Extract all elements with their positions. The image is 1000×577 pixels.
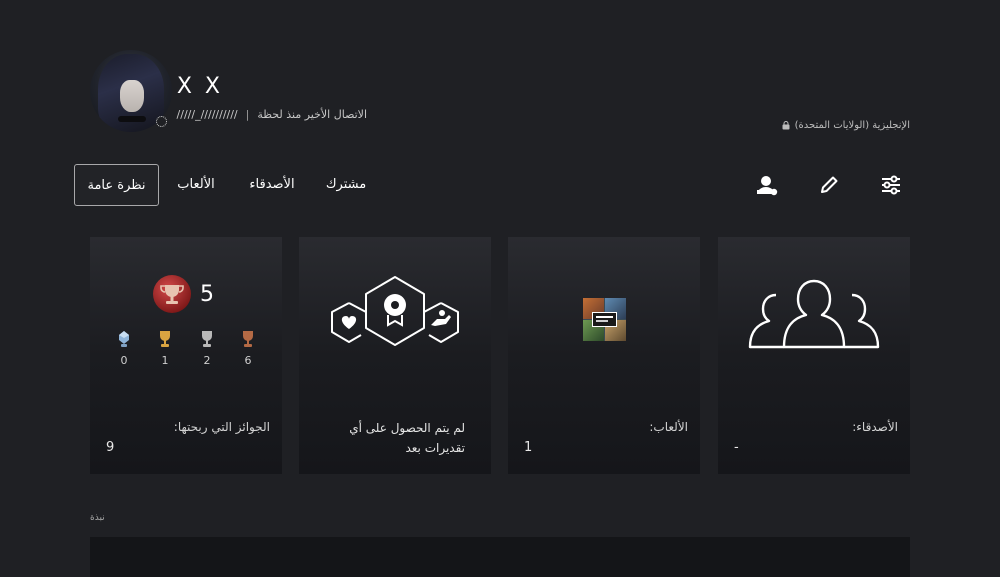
trophies-label: الجوائز التي ربحتها: (173, 420, 270, 434)
games-label: الألعاب: (649, 420, 688, 434)
meta-separator: | (245, 108, 250, 121)
recognition-card[interactable]: لم يتم الحصول على أي تقديرات بعد (299, 237, 491, 474)
friends-card[interactable]: الأصدقاء: - (718, 237, 910, 474)
bronze-trophy: 6 (237, 330, 259, 367)
last-online-text: الاتصال الأخير منذ لحظة (257, 108, 367, 121)
tab-overview[interactable]: نظرة عامة (74, 164, 159, 206)
gold-trophy-icon (160, 331, 170, 347)
trophy-level: 5 (200, 282, 214, 307)
profile-name: X X (176, 74, 223, 99)
silver-count: 2 (203, 354, 211, 367)
friends-label: الأصدقاء: (852, 420, 898, 434)
trophies-card[interactable]: 5 0 1 2 6 الجوائز التي ربحتها: 9 (90, 237, 282, 474)
platinum-trophy-icon (119, 331, 129, 347)
platinum-trophy: 0 (113, 330, 135, 367)
profile-handle: /////_////////// (176, 108, 238, 121)
silver-trophy: 2 (196, 330, 218, 367)
settings-sliders-icon[interactable] (878, 172, 904, 198)
friends-group-icon (748, 279, 880, 349)
trophies-total: 9 (106, 440, 115, 455)
tab-games[interactable]: الألعاب (168, 164, 224, 206)
platinum-count: 0 (120, 354, 128, 367)
avatar-collar (118, 116, 146, 122)
bio-box (90, 537, 910, 577)
gold-count: 1 (161, 354, 169, 367)
games-count: 1 (524, 440, 533, 455)
bronze-trophy-icon (243, 331, 253, 347)
online-status-icon (156, 116, 167, 127)
language-text: الإنجليزية (الولايات المتحدة) (794, 120, 910, 131)
recognition-badges-icon (331, 276, 459, 346)
language-info: الإنجليزية (الولايات المتحدة) (782, 120, 910, 131)
avatar-face (120, 80, 144, 112)
edit-pencil-icon[interactable] (816, 172, 842, 198)
friends-count: - (734, 440, 739, 455)
recognition-text: لم يتم الحصول على أي تقديرات بعد (349, 421, 465, 455)
gold-trophy: 1 (154, 330, 176, 367)
bio-label: نبذة (90, 513, 105, 523)
lock-icon (782, 121, 790, 130)
tab-shared[interactable]: مشترك (320, 164, 372, 206)
profile-meta: الاتصال الأخير منذ لحظة | /////_////////// (177, 108, 367, 121)
games-card[interactable]: الألعاب: 1 (508, 237, 700, 474)
trophy-level-icon (153, 275, 191, 313)
game-thumbnail (583, 298, 626, 341)
add-friend-icon[interactable] (754, 172, 780, 198)
silver-trophy-icon (202, 331, 212, 347)
tab-friends[interactable]: الأصدقاء (240, 164, 304, 206)
bronze-count: 6 (244, 354, 252, 367)
